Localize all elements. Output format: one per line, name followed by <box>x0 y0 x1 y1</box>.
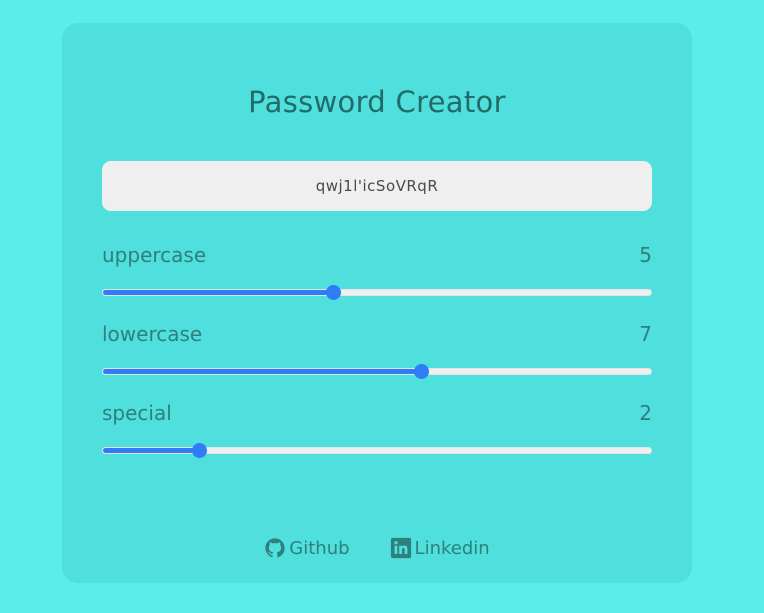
special-slider-thumb[interactable] <box>191 443 207 458</box>
uppercase-slider-thumb[interactable] <box>326 285 342 300</box>
lowercase-label: lowercase <box>102 322 203 346</box>
uppercase-label: uppercase <box>102 243 207 267</box>
github-link[interactable]: Github <box>264 537 350 559</box>
github-icon <box>265 538 285 558</box>
linkedin-label: Linkedin <box>414 537 490 559</box>
linkedin-icon <box>390 537 411 559</box>
lowercase-slider-thumb[interactable] <box>413 364 429 379</box>
special-value: 2 <box>639 401 652 425</box>
lowercase-slider-fill <box>103 369 421 374</box>
special-slider-fill <box>103 448 199 453</box>
page-title: Password Creator <box>248 85 506 119</box>
uppercase-slider-fill <box>103 290 334 295</box>
password-text: qwj1l'icSoVRqR <box>315 177 439 195</box>
footer: Github Linkedin <box>62 537 692 559</box>
github-label: Github <box>289 537 350 559</box>
password-card: Password Creator qwj1l'icSoVRqR uppercas… <box>62 23 692 583</box>
special-label: special <box>102 401 172 425</box>
password-output[interactable]: qwj1l'icSoVRqR <box>102 161 652 211</box>
uppercase-slider[interactable] <box>102 285 652 300</box>
linkedin-link[interactable]: Linkedin <box>390 537 490 559</box>
special-slider[interactable] <box>102 443 652 458</box>
uppercase-value: 5 <box>639 243 652 267</box>
lowercase-value: 7 <box>639 322 652 346</box>
lowercase-slider[interactable] <box>102 364 652 379</box>
